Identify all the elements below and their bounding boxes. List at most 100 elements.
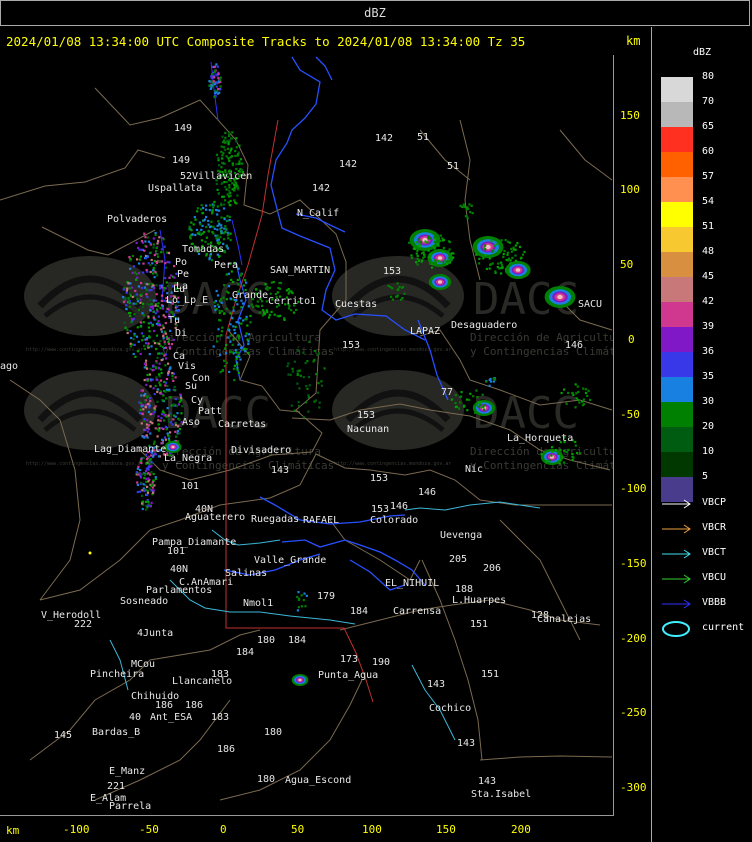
track-arrow-icon <box>662 524 691 534</box>
radar-map[interactable]: DACC Dirección de Agricultura y Continge… <box>0 55 614 816</box>
y-tick-label: -50 <box>620 408 640 421</box>
place-label: Po <box>175 257 187 268</box>
place-label: 179 <box>317 591 335 602</box>
place-label: 184 <box>288 635 306 646</box>
place-label: 143 <box>271 465 289 476</box>
place-label: Lu <box>173 284 185 295</box>
place-label: 186 <box>217 744 235 755</box>
legend-swatch <box>661 127 693 152</box>
storm-cell <box>164 441 182 453</box>
track-label: VBCR <box>702 522 727 533</box>
place-label: Ruegadas <box>251 514 299 525</box>
track-label: VBCT <box>702 547 727 558</box>
place-label: 51 <box>417 132 429 143</box>
place-label: Pe <box>177 269 189 280</box>
place-label: Lo_Lp_E <box>166 295 208 306</box>
place-label: 151 <box>470 619 488 630</box>
y-tick-label: 150 <box>620 109 640 122</box>
place-label: Canalejas <box>537 614 591 625</box>
legend-value-label: 54 <box>702 196 715 207</box>
x-tick-label: -50 <box>139 823 159 836</box>
place-label: 221 <box>107 781 125 792</box>
track-label: VBBB <box>702 597 727 608</box>
place-label: Di <box>175 328 187 339</box>
x-tick-label: 100 <box>362 823 382 836</box>
place-label: LAPAZ <box>410 326 440 337</box>
place-label: 101 <box>167 546 185 557</box>
place-label: Ant_ESA <box>150 712 192 723</box>
place-label: Aso <box>182 417 200 428</box>
legend-swatch <box>661 427 693 452</box>
x-tick-label: -100 <box>63 823 90 836</box>
legend-value-label: 39 <box>702 321 715 332</box>
place-label: 40N <box>170 564 188 575</box>
legend-title: dBZ <box>692 47 712 58</box>
place-label: Pera <box>214 260 238 271</box>
place-label: Su <box>185 381 197 392</box>
echo-cluster <box>296 591 308 612</box>
place-label: 143 <box>427 679 445 690</box>
legend-swatch <box>661 202 693 227</box>
legend-swatch <box>661 77 693 102</box>
y-tick-label: -250 <box>620 706 647 719</box>
product-title: 2024/01/08 13:34:00 UTC Composite Tracks… <box>6 34 526 49</box>
place-label: 190 <box>372 657 390 668</box>
place-label: Carretas <box>218 419 266 430</box>
place-label: Carrensa <box>393 606 441 617</box>
place-label: Sosneado <box>120 596 168 607</box>
y-tick-label: -150 <box>620 557 647 570</box>
place-label: SAN_MARTIN <box>270 265 330 276</box>
place-label: 188 <box>455 584 473 595</box>
svg-text:http://www.contingencias.mendo: http://www.contingencias.mendoza.gov.ar <box>26 347 143 353</box>
place-label: La_Negra <box>164 453 212 464</box>
place-label: Cochico <box>429 703 471 714</box>
place-label: 143 <box>457 738 475 749</box>
place-label: 52Villavicen <box>180 171 252 182</box>
place-label: 206 <box>483 563 501 574</box>
legend-value-label: 80 <box>702 71 715 82</box>
place-label: Grande <box>232 290 268 301</box>
legend-value-label: 30 <box>702 396 715 407</box>
place-label: 180 <box>264 727 282 738</box>
place-label: Pampa_Diamante <box>152 537 236 548</box>
y-tick-label: 100 <box>620 183 640 196</box>
place-label: Valle_Grande <box>254 555 326 566</box>
place-label: 173 <box>340 654 358 665</box>
title-unit: km <box>626 34 641 48</box>
place-label: 153 <box>383 266 401 277</box>
echo-cluster <box>135 451 157 511</box>
legend-value-label: 20 <box>702 421 715 432</box>
place-label: Nmol1 <box>243 598 273 609</box>
x-tick-label: 50 <box>291 823 305 836</box>
place-label: Salinas <box>225 568 267 579</box>
legend-swatch <box>661 252 693 277</box>
legend-swatch <box>661 402 693 427</box>
svg-text:http://www.contingencias.mendo: http://www.contingencias.mendoza.gov.ar <box>26 461 143 467</box>
place-label: 77 <box>441 387 453 398</box>
place-label: ago <box>0 361 18 372</box>
storm-cell <box>544 286 576 308</box>
track-label: VBCU <box>702 572 727 583</box>
legend-panel: dBZ 80 70 65 60 57 54 51 48 45 42 39 36 35 30 20 10 5 VB… <box>651 27 752 842</box>
radar-site-marker <box>88 551 92 555</box>
place-label: Punta_Agua <box>318 670 378 681</box>
place-label: 222 <box>74 619 92 630</box>
place-label: 145 <box>54 730 72 741</box>
place-label: Patt <box>198 406 222 417</box>
place-label: Desaguadero <box>451 320 517 331</box>
place-label: 180 <box>257 774 275 785</box>
place-label: 146 <box>565 340 583 351</box>
legend-swatch <box>661 302 693 327</box>
place-label: EL_NIHUIL <box>385 578 439 589</box>
y-tick-label: -200 <box>620 632 647 645</box>
track-arrow-icon <box>662 549 691 559</box>
legend-swatch <box>661 377 693 402</box>
place-label: 40 <box>129 712 141 723</box>
legend-value-label: 65 <box>702 121 715 132</box>
legend-value-label: 36 <box>702 346 715 357</box>
y-tick-label: 0 <box>628 333 635 346</box>
legend-swatch <box>661 327 693 352</box>
place-label: Agua_Escond <box>285 775 351 786</box>
legend-swatch <box>661 152 693 177</box>
place-label: Uspallata <box>148 183 202 194</box>
